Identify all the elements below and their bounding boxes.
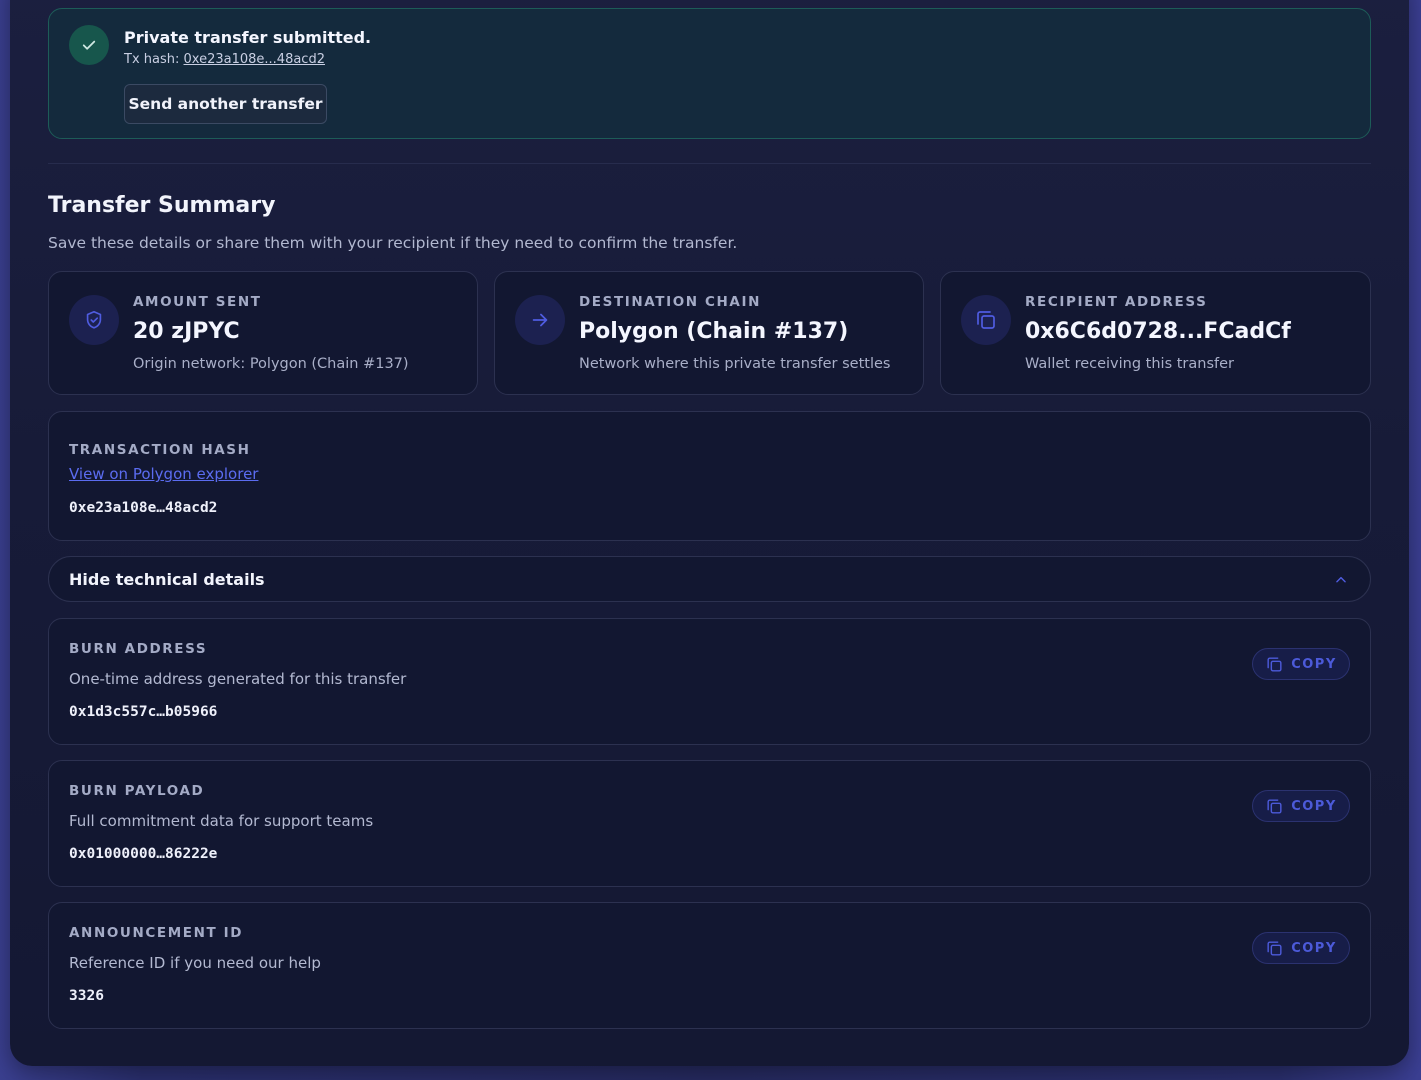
- technical-details-toggle[interactable]: Hide technical details: [48, 556, 1371, 602]
- burn-payload-label: BURN PAYLOAD: [69, 783, 205, 799]
- copy-label: COPY: [1291, 798, 1337, 814]
- copy-burn-payload-button[interactable]: COPY: [1252, 790, 1350, 822]
- recipient-address-sub: Wallet receiving this transfer: [1025, 356, 1234, 372]
- transaction-hash-card: TRANSACTION HASH View on Polygon explore…: [48, 411, 1371, 541]
- burn-payload-value: 0x01000000…86222e: [69, 846, 218, 862]
- destination-chain-value: Polygon (Chain #137): [579, 319, 849, 344]
- copy-label: COPY: [1291, 940, 1337, 956]
- success-hash-line: Tx hash: 0xe23a108e...48acd2: [124, 52, 325, 67]
- burn-payload-sub: Full commitment data for support teams: [69, 812, 374, 830]
- summary-description: Save these details or share them with yo…: [48, 234, 738, 252]
- chevron-up-icon: [1334, 572, 1348, 591]
- transaction-hash-label: TRANSACTION HASH: [69, 442, 251, 458]
- copy-icon: [961, 295, 1011, 345]
- check-icon: [69, 25, 109, 65]
- tx-hash-link[interactable]: 0xe23a108e...48acd2: [184, 52, 325, 67]
- burn-address-label: BURN ADDRESS: [69, 641, 208, 657]
- copy-icon: [1267, 940, 1282, 956]
- shield-check-icon: [69, 295, 119, 345]
- send-another-transfer-button[interactable]: Send another transfer: [124, 84, 327, 124]
- copy-icon: [1267, 656, 1282, 672]
- copy-label: COPY: [1291, 656, 1337, 672]
- divider: [48, 163, 1371, 164]
- announcement-id-card: ANNOUNCEMENT ID Reference ID if you need…: [48, 902, 1371, 1029]
- copy-announcement-id-button[interactable]: COPY: [1252, 932, 1350, 964]
- arrow-right-icon: [515, 295, 565, 345]
- announcement-id-value: 3326: [69, 988, 104, 1004]
- page-title: Transfer Summary: [48, 193, 276, 218]
- amount-sent-label: AMOUNT SENT: [133, 294, 262, 310]
- amount-sent-card: AMOUNT SENT 20 zJPYC Origin network: Pol…: [48, 271, 478, 395]
- burn-address-card: BURN ADDRESS One-time address generated …: [48, 618, 1371, 745]
- amount-sent-value: 20 zJPYC: [133, 319, 240, 344]
- recipient-address-card: RECIPIENT ADDRESS 0x6C6d0728...FCadCf Wa…: [940, 271, 1371, 395]
- destination-chain-card: DESTINATION CHAIN Polygon (Chain #137) N…: [494, 271, 924, 395]
- transaction-hash-value: 0xe23a108e…48acd2: [69, 500, 218, 516]
- amount-sent-sub: Origin network: Polygon (Chain #137): [133, 356, 409, 372]
- burn-address-sub: One-time address generated for this tran…: [69, 670, 407, 688]
- tx-hash-prefix: Tx hash:: [124, 52, 180, 67]
- toggle-label: Hide technical details: [69, 570, 265, 589]
- success-title: Private transfer submitted.: [124, 28, 372, 47]
- destination-chain-label: DESTINATION CHAIN: [579, 294, 761, 310]
- destination-chain-sub: Network where this private transfer sett…: [579, 356, 891, 372]
- success-banner: Private transfer submitted. Tx hash: 0xe…: [48, 8, 1371, 139]
- announcement-id-sub: Reference ID if you need our help: [69, 954, 321, 972]
- copy-icon: [1267, 798, 1282, 814]
- recipient-address-label: RECIPIENT ADDRESS: [1025, 294, 1208, 310]
- copy-burn-address-button[interactable]: COPY: [1252, 648, 1350, 680]
- recipient-address-value: 0x6C6d0728...FCadCf: [1025, 319, 1291, 344]
- explorer-link[interactable]: View on Polygon explorer: [69, 465, 258, 483]
- burn-payload-card: BURN PAYLOAD Full commitment data for su…: [48, 760, 1371, 887]
- burn-address-value: 0x1d3c557c…b05966: [69, 704, 218, 720]
- announcement-id-label: ANNOUNCEMENT ID: [69, 925, 244, 941]
